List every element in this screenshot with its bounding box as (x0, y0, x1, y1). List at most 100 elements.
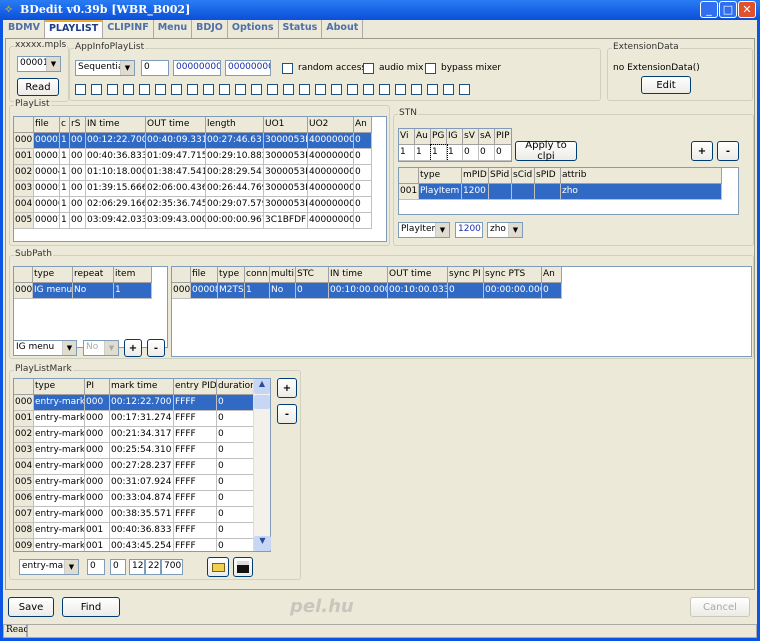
tab-options[interactable]: Options (228, 20, 279, 38)
uo-flag-checkbox[interactable] (315, 84, 326, 95)
column-header[interactable]: type (218, 267, 245, 283)
column-header[interactable]: conn (245, 267, 270, 283)
uo-flag-checkbox[interactable] (107, 84, 118, 95)
close-button[interactable]: ✕ (738, 1, 756, 18)
appinfo-value-3[interactable]: 00000000 (225, 60, 271, 76)
table-row[interactable]: 005 entry-mark 000 00:31:07.924 FFFF 0 (14, 475, 254, 491)
tab-status[interactable]: Status (279, 20, 323, 38)
column-header[interactable]: type (419, 168, 462, 184)
save-disk-button[interactable] (233, 557, 253, 577)
uo-flag-checkbox[interactable] (171, 84, 182, 95)
column-header[interactable]: PI (85, 379, 110, 395)
save-button[interactable]: Save (8, 597, 54, 617)
subpath-repeat-combo[interactable]: No ▼ (83, 340, 119, 356)
column-header[interactable]: PG (431, 129, 447, 145)
column-header[interactable]: sCid (512, 168, 535, 184)
subplayitem-table[interactable]: file type conn multi STC IN time OUT time sync … (171, 266, 752, 357)
column-header[interactable]: c (60, 117, 70, 133)
column-header[interactable]: STC (296, 267, 329, 283)
column-header[interactable]: file (191, 267, 218, 283)
column-header[interactable]: Vi (399, 129, 415, 145)
scroll-up-icon[interactable]: ▲ (254, 379, 270, 394)
uo-flag-checkbox[interactable] (331, 84, 342, 95)
column-header[interactable]: attrib (561, 168, 722, 184)
uo-flag-checkbox[interactable] (203, 84, 214, 95)
read-button[interactable]: Read (17, 78, 59, 96)
uo-flag-checkbox[interactable] (123, 84, 134, 95)
column-header[interactable]: file (34, 117, 60, 133)
appinfo-value-1[interactable]: 0 (141, 60, 169, 76)
table-row[interactable]: 000 00008 M2TS 1 No 0 00:10:00.000 00:10:00.033… (172, 283, 562, 299)
uo-flag-checkbox[interactable] (251, 84, 262, 95)
stream-table[interactable]: type mPID SPid sCid sPID attrib 001 PlayItem 120… (398, 167, 739, 215)
column-header[interactable]: mPID (462, 168, 489, 184)
scroll-down-icon[interactable]: ▼ (254, 536, 271, 551)
column-header[interactable]: UO2 (308, 117, 354, 133)
open-folder-button[interactable] (207, 557, 229, 577)
mark-pi-input[interactable]: 0 (87, 559, 105, 575)
stream-type-combo[interactable]: PlayItem ▼ (398, 222, 450, 238)
remove-subpath-button[interactable]: - (147, 339, 165, 357)
column-header[interactable] (399, 168, 419, 184)
column-header[interactable]: UO1 (264, 117, 308, 133)
add-stream-button[interactable]: + (691, 141, 713, 161)
column-header[interactable]: rS (70, 117, 86, 133)
column-header[interactable]: IN time (329, 267, 388, 283)
table-row[interactable]: 004 entry-mark 000 00:27:28.237 FFFF 0 (14, 459, 254, 475)
table-row[interactable]: 0010000310000:40:36.83301:09:47.71500:29… (14, 149, 372, 165)
mark-table-scrollbar[interactable]: ▲ ▼ (253, 379, 271, 551)
minimize-button[interactable]: _ (700, 1, 718, 18)
mark-type-combo[interactable]: entry-mark ▼ (19, 559, 79, 575)
uo-flag-checkbox[interactable] (379, 84, 390, 95)
uo-flag-checkbox[interactable] (411, 84, 422, 95)
find-button[interactable]: Find (62, 597, 120, 617)
apply-to-clpi-button[interactable]: Apply to clpi (515, 140, 577, 162)
table-row[interactable]: 0020000410001:10:18.00001:38:47.54100:28… (14, 165, 372, 181)
playback-mode-combo[interactable]: Sequential ▼ (75, 60, 135, 76)
table-row[interactable]: 009 entry-mark 001 00:43:45.254 FFFF 0 (14, 539, 254, 551)
column-header[interactable]: repeat (73, 267, 114, 283)
stream-pid-input[interactable]: 1200 (455, 222, 483, 238)
column-header[interactable] (172, 267, 191, 283)
stream-count-table[interactable]: Vi Au PG IG sV sA PIP 1 1 1 1 0 0 0 (398, 128, 512, 162)
table-row[interactable]: 0050000710003:09:42.03303:09:43.00000:00… (14, 213, 372, 229)
mark-hour-input[interactable]: 0 (110, 559, 126, 575)
table-row[interactable]: 002 entry-mark 000 00:21:34.317 FFFF 0 (14, 427, 254, 443)
uo-flag-checkbox[interactable] (91, 84, 102, 95)
uo-flag-checkbox[interactable] (235, 84, 246, 95)
mark-table[interactable]: type PI mark time entry PID duration 000 entry… (13, 378, 271, 552)
column-header[interactable] (14, 267, 33, 283)
column-header[interactable]: OUT time (146, 117, 206, 133)
column-header[interactable]: type (33, 267, 73, 283)
column-header[interactable]: entry PID (174, 379, 217, 395)
uo-flag-checkbox[interactable] (299, 84, 310, 95)
column-header[interactable]: Au (415, 129, 431, 145)
table-row[interactable]: 0030000510001:39:15.66602:06:00.43600:26… (14, 181, 372, 197)
column-header[interactable]: sV (463, 129, 479, 145)
table-row[interactable]: 001 PlayItem 1200 zho (399, 184, 722, 200)
uo-flag-checkbox[interactable] (267, 84, 278, 95)
uo-flag-checkbox[interactable] (427, 84, 438, 95)
table-row[interactable]: 003 entry-mark 000 00:25:54.310 FFFF 0 (14, 443, 254, 459)
table-row[interactable]: 1111000 (399, 144, 511, 161)
table-row[interactable]: 000 entry-mark 000 00:12:22.700 FFFF 0 (14, 395, 254, 411)
table-row[interactable]: 001 entry-mark 000 00:17:31.274 FFFF 0 (14, 411, 254, 427)
column-header[interactable]: An (542, 267, 562, 283)
uo-flag-checkbox[interactable] (155, 84, 166, 95)
uo-flag-checkbox[interactable] (139, 84, 150, 95)
table-row[interactable]: 0000000210000:12:22.70000:40:09.33100:27… (14, 133, 372, 149)
table-row[interactable]: 000 IG menu No 1 (14, 283, 152, 299)
tab-clipinf[interactable]: CLIPINF (103, 20, 154, 38)
column-header[interactable]: An (354, 117, 372, 133)
uo-flag-checkbox[interactable] (75, 84, 86, 95)
uo-flag-checkbox[interactable] (219, 84, 230, 95)
column-header[interactable]: type (34, 379, 85, 395)
tab-menu[interactable]: Menu (154, 20, 193, 38)
column-header[interactable]: sA (479, 129, 495, 145)
add-mark-button[interactable]: + (277, 378, 297, 398)
column-header[interactable]: length (206, 117, 264, 133)
add-subpath-button[interactable]: + (124, 339, 142, 357)
subpath-table[interactable]: type repeat item 000 IG menu No 1 (13, 266, 168, 348)
mark-second-input[interactable]: 22 (145, 559, 161, 575)
column-header[interactable]: duration (217, 379, 254, 395)
